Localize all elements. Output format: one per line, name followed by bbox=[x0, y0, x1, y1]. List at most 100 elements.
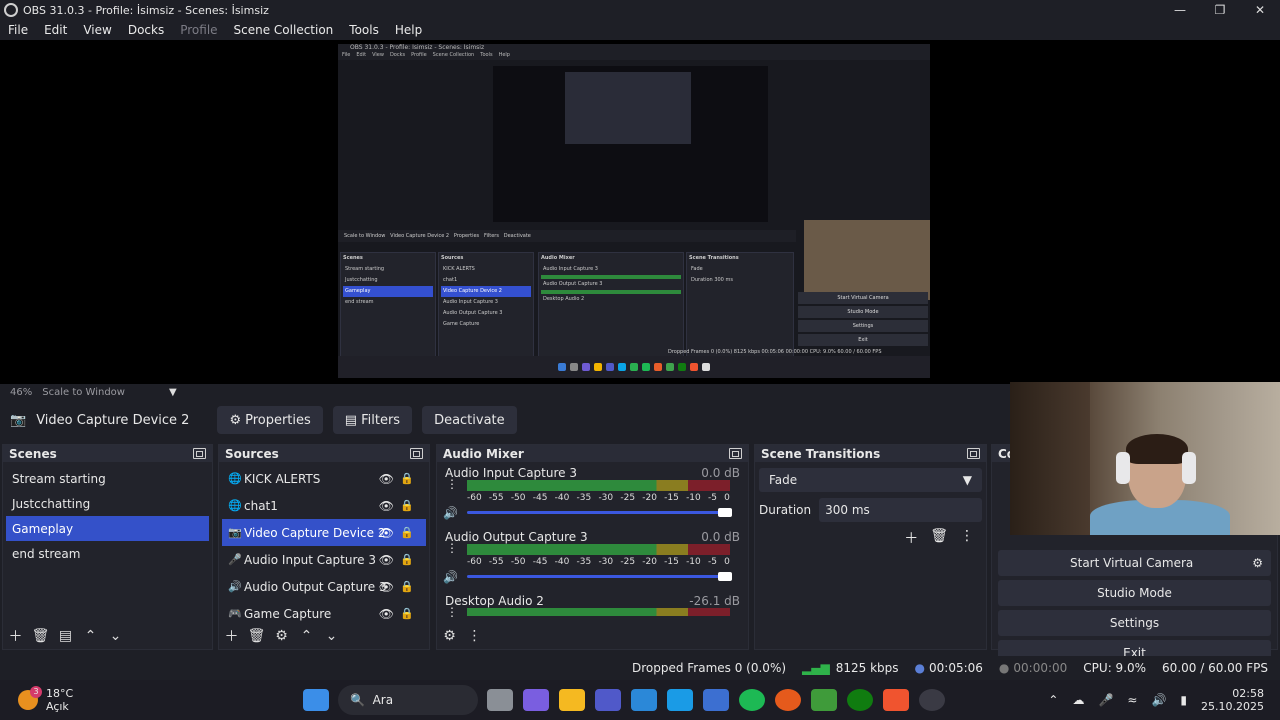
store-icon[interactable] bbox=[703, 689, 729, 711]
onedrive-icon[interactable]: ☁ bbox=[1072, 693, 1084, 707]
source-item[interactable]: 🎮 Game Capture 👁 🔒 bbox=[222, 600, 426, 627]
eye-icon[interactable]: 👁 bbox=[379, 607, 394, 621]
microphone-icon[interactable]: 🎤 bbox=[1098, 693, 1113, 707]
menu-tools[interactable]: Tools bbox=[341, 23, 387, 37]
edge-icon[interactable] bbox=[667, 689, 693, 711]
undock-icon[interactable] bbox=[410, 448, 423, 459]
menu-edit[interactable]: Edit bbox=[36, 23, 75, 37]
volume-slider[interactable] bbox=[467, 572, 732, 581]
source-item[interactable]: 🌐 KICK ALERTS 👁 🔒 bbox=[222, 465, 426, 492]
eye-icon[interactable]: 👁 bbox=[379, 553, 394, 567]
undock-icon[interactable] bbox=[729, 448, 742, 459]
close-icon[interactable]: ✕ bbox=[1240, 0, 1280, 20]
brave-icon[interactable] bbox=[883, 689, 909, 711]
weather-widget[interactable]: 3 18°C Açık bbox=[18, 686, 258, 713]
meter-ticks: -60 -55 -50 -45 -40 -35 -30 -25 -20 -15 -10 -5 0 bbox=[467, 557, 730, 567]
wifi-icon[interactable]: ≈ bbox=[1127, 693, 1137, 707]
transitions-toolbar: ＋ 🗑 ⋮ bbox=[755, 522, 986, 548]
minecraft-icon[interactable] bbox=[811, 689, 837, 711]
properties-button[interactable]: ⚙ Properties bbox=[217, 406, 323, 434]
add-icon[interactable]: ＋ bbox=[3, 626, 28, 646]
clock[interactable]: 02:58 25.10.2025 bbox=[1201, 687, 1264, 713]
brave-news-icon[interactable] bbox=[775, 689, 801, 711]
source-item-selected[interactable]: 📷 Video Capture Device 2 👁 🔒 bbox=[222, 519, 426, 546]
menu-file[interactable]: File bbox=[0, 23, 36, 37]
menu-docks[interactable]: Docks bbox=[120, 23, 172, 37]
preview-capture: OBS 31.0.3 - Profile: İsimsiz - Scenes: … bbox=[338, 44, 930, 378]
scene-item-selected[interactable]: Gameplay bbox=[6, 516, 209, 541]
lock-icon[interactable]: 🔒 bbox=[400, 499, 414, 512]
lock-icon[interactable]: 🔒 bbox=[400, 553, 414, 566]
duration-spinbox[interactable]: 300 ms bbox=[819, 498, 982, 522]
move-down-icon[interactable]: ⌄ bbox=[319, 628, 344, 644]
gear-icon[interactable]: ⚙ bbox=[269, 628, 294, 644]
scene-item[interactable]: end stream bbox=[6, 541, 209, 566]
file-explorer-icon[interactable] bbox=[559, 689, 585, 711]
bitrate: 8125 kbps bbox=[835, 661, 899, 675]
source-item[interactable]: 🎤 Audio Input Capture 3 👁 🔒 bbox=[222, 546, 426, 573]
trash-icon[interactable]: 🗑 bbox=[930, 528, 948, 548]
eye-icon[interactable]: 👁 bbox=[379, 499, 394, 513]
volume-icon[interactable]: 🔊 bbox=[1151, 693, 1166, 707]
xbox-icon[interactable] bbox=[847, 689, 873, 711]
eye-icon[interactable]: 👁 bbox=[379, 472, 394, 486]
menu-view[interactable]: View bbox=[75, 23, 119, 37]
more-icon[interactable]: ⋮ bbox=[960, 528, 974, 548]
move-down-icon[interactable]: ⌄ bbox=[103, 628, 128, 644]
advanced-audio-gear-icon[interactable]: ⚙ bbox=[437, 628, 462, 644]
task-view-icon[interactable] bbox=[487, 689, 513, 711]
filters-icon[interactable]: ▤ bbox=[53, 628, 78, 644]
filters-button[interactable]: ▤ Filters bbox=[332, 406, 413, 434]
undock-icon[interactable] bbox=[193, 448, 206, 459]
scale-mode-select[interactable]: Scale to Window bbox=[42, 387, 125, 398]
more-icon[interactable]: ⋮ bbox=[446, 542, 458, 554]
spotify-icon[interactable] bbox=[739, 689, 765, 711]
trash-icon[interactable]: 🗑 bbox=[28, 628, 53, 644]
add-icon[interactable]: ＋ bbox=[219, 626, 244, 646]
scene-item[interactable]: Stream starting bbox=[6, 466, 209, 491]
restore-icon[interactable]: ❐ bbox=[1200, 0, 1240, 20]
speaker-icon[interactable]: 🔊 bbox=[443, 506, 458, 520]
start-virtual-camera-button[interactable]: Start Virtual Camera ⚙ bbox=[998, 550, 1271, 576]
ai-app-icon[interactable] bbox=[631, 689, 657, 711]
battery-icon[interactable]: ▮ bbox=[1180, 693, 1187, 707]
more-icon[interactable]: ⋮ bbox=[446, 606, 458, 618]
windows-start-icon[interactable] bbox=[303, 689, 329, 711]
taskbar-search[interactable]: 🔍 Ara bbox=[338, 685, 478, 715]
lock-icon[interactable]: 🔒 bbox=[400, 607, 414, 620]
speaker-icon[interactable]: 🔊 bbox=[443, 570, 458, 584]
obs-logo-icon bbox=[4, 3, 18, 17]
eye-icon[interactable]: 👁 bbox=[379, 580, 394, 594]
eye-icon[interactable]: 👁 bbox=[379, 526, 394, 540]
search-icon: 🔍 bbox=[350, 693, 365, 707]
chevron-down-icon[interactable]: ▼ bbox=[169, 387, 177, 398]
camera-icon: 📷 bbox=[10, 412, 27, 428]
deactivate-button[interactable]: Deactivate bbox=[422, 406, 517, 434]
lock-icon[interactable]: 🔒 bbox=[400, 472, 414, 485]
lock-icon[interactable]: 🔒 bbox=[400, 526, 414, 539]
move-up-icon[interactable]: ⌃ bbox=[294, 628, 319, 644]
add-icon[interactable]: ＋ bbox=[904, 528, 918, 548]
menu-scene-collection[interactable]: Scene Collection bbox=[226, 23, 342, 37]
undock-icon[interactable] bbox=[967, 448, 980, 459]
transition-select[interactable]: Fade ▼ bbox=[759, 468, 982, 492]
menu-help[interactable]: Help bbox=[387, 23, 430, 37]
source-item[interactable]: 🌐 chat1 👁 🔒 bbox=[222, 492, 426, 519]
trash-icon[interactable]: 🗑 bbox=[244, 628, 269, 644]
source-item[interactable]: 🔊 Audio Output Capture 3 👁 🔒 bbox=[222, 573, 426, 600]
menu-profile[interactable]: Profile bbox=[172, 23, 225, 37]
volume-slider[interactable] bbox=[467, 508, 732, 517]
copilot-icon[interactable] bbox=[523, 689, 549, 711]
studio-mode-button[interactable]: Studio Mode bbox=[998, 580, 1271, 606]
move-up-icon[interactable]: ⌃ bbox=[78, 628, 103, 644]
teams-icon[interactable] bbox=[595, 689, 621, 711]
gear-icon[interactable]: ⚙ bbox=[1252, 556, 1263, 570]
tray-chevron-up-icon[interactable]: ⌃ bbox=[1048, 693, 1058, 707]
settings-button[interactable]: Settings bbox=[998, 610, 1271, 636]
lock-icon[interactable]: 🔒 bbox=[400, 580, 414, 593]
more-icon[interactable]: ⋮ bbox=[446, 478, 458, 490]
more-icon[interactable]: ⋮ bbox=[462, 628, 487, 644]
obs-taskbar-icon[interactable] bbox=[919, 689, 945, 711]
minimize-icon[interactable]: — bbox=[1160, 0, 1200, 20]
scene-item[interactable]: Justcchatting bbox=[6, 491, 209, 516]
